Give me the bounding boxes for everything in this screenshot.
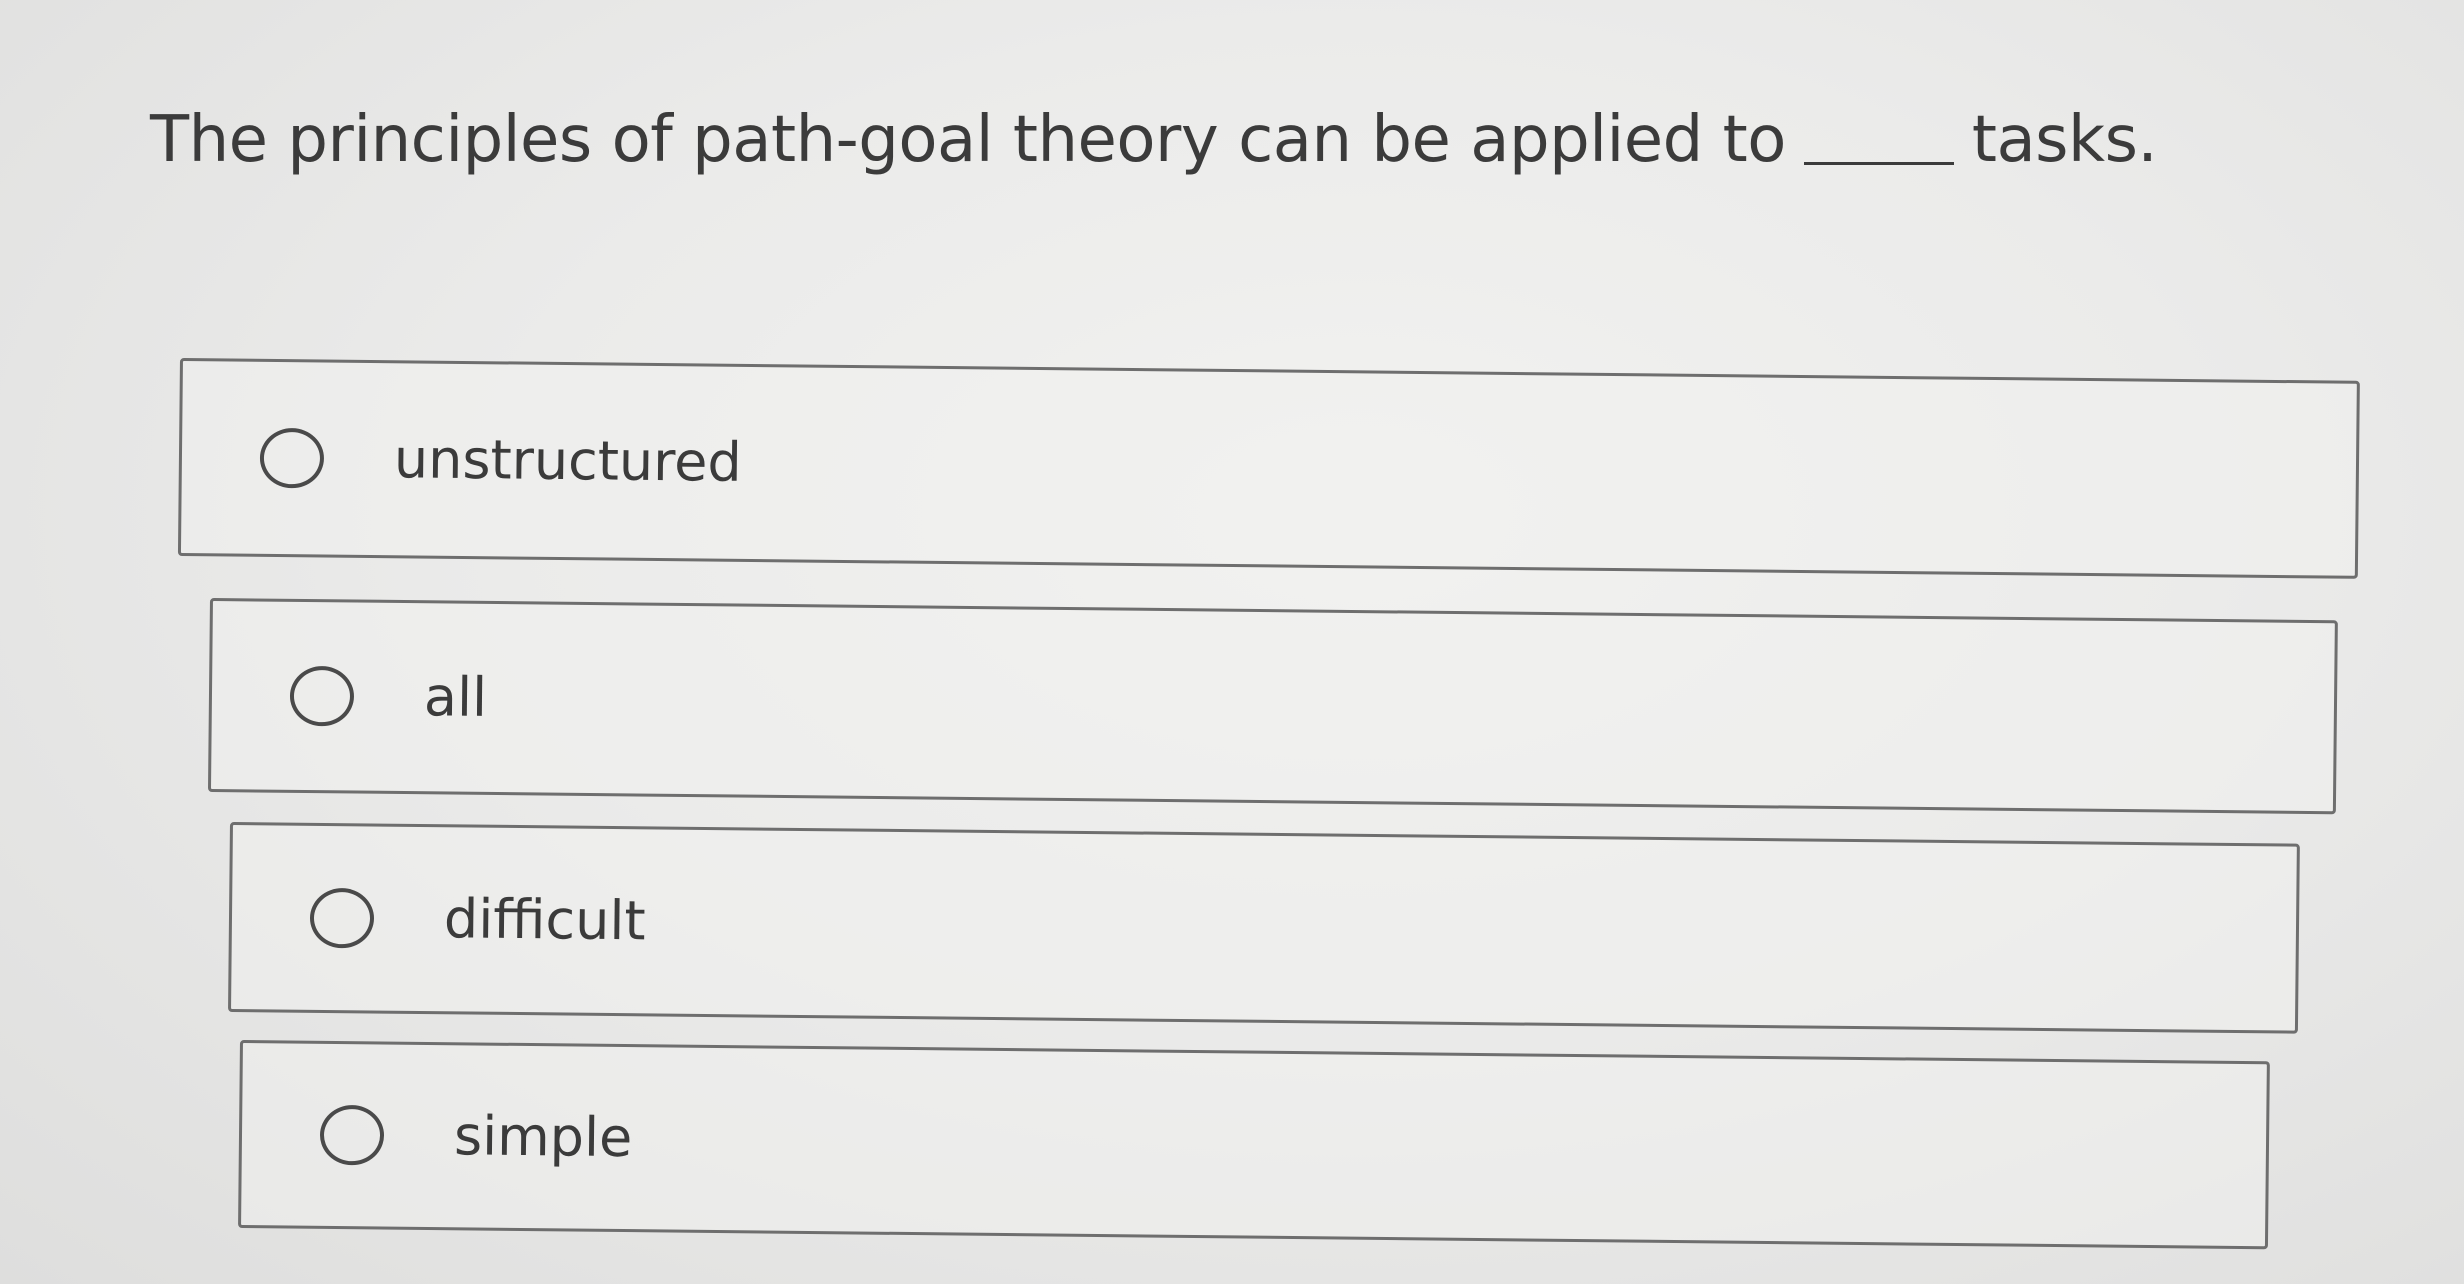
radio-button-icon[interactable] [309,887,375,949]
answer-blank [1803,162,1954,165]
answer-option-all[interactable]: all [207,598,2338,815]
answer-option-label: unstructured [393,427,743,494]
answer-option-label: simple [453,1104,633,1170]
answer-option-simple[interactable]: simple [238,1040,2270,1250]
question-text-before: The principles of path-goal theory can b… [150,103,1786,177]
radio-button-icon[interactable] [319,1104,385,1166]
question-text-after: tasks. [1971,103,2158,177]
radio-button-icon[interactable] [289,665,355,727]
answer-option-difficult[interactable]: difficult [228,822,2300,1034]
radio-button-icon[interactable] [259,427,325,489]
answer-option-label: all [423,665,488,729]
question-text: The principles of path-goal theory can b… [150,100,2158,180]
answer-option-unstructured[interactable]: unstructured [177,358,2360,579]
answer-option-label: difficult [443,887,646,953]
